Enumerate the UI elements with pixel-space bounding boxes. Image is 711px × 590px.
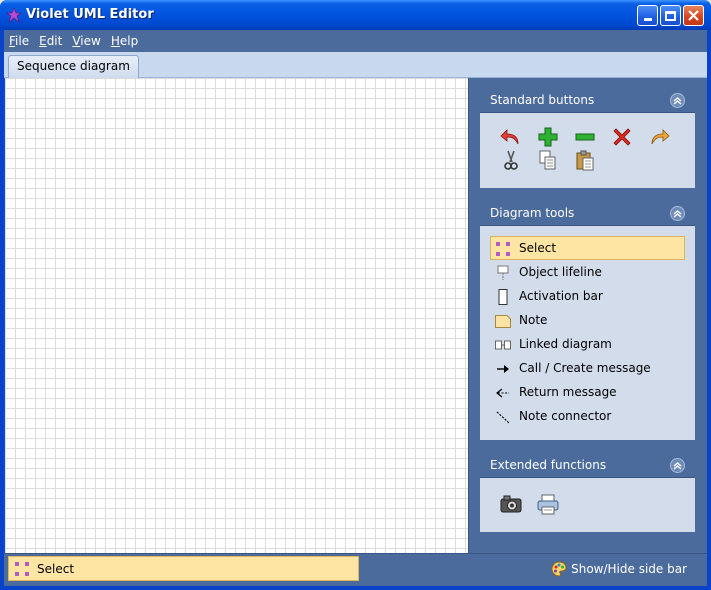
tool-note[interactable]: Note [490,308,685,332]
chevron-up-icon [673,97,682,105]
delete-icon[interactable] [611,126,633,148]
call-message-icon [497,365,509,373]
activation-bar-icon [498,289,508,305]
violet-app-icon [6,7,22,23]
tool-linked-diagram[interactable]: Linked diagram [490,332,685,356]
diagram-tools-title: Diagram tools [490,206,575,220]
tool-note-connector-label: Note connector [519,409,612,423]
diagram-tools-panel: Diagram tools Select Object lifeline Act… [480,202,695,440]
select-icon [496,242,510,256]
close-button[interactable] [683,5,704,26]
print-icon[interactable] [537,493,559,515]
tool-select[interactable]: Select [490,236,685,260]
diagram-canvas[interactable] [5,78,468,553]
note-icon [495,315,511,328]
collapse-extended-button[interactable] [670,458,685,473]
extended-functions-row [480,478,695,528]
extended-functions-header[interactable]: Extended functions [480,454,695,478]
extended-functions-panel: Extended functions [480,454,695,532]
select-icon [15,562,29,576]
tool-return-message-label: Return message [519,385,617,399]
menu-help-mnemonic: H [110,34,120,48]
chevron-up-icon [673,210,682,218]
tool-call-message-label: Call / Create message [519,361,651,375]
minimize-button[interactable] [637,5,658,26]
tool-object-lifeline-label: Object lifeline [519,265,602,279]
window-frame-right [707,30,711,590]
current-tool-indicator: Select [8,556,359,581]
status-bar: Select Show/Hide side bar [4,553,707,586]
diagram-tools-header[interactable]: Diagram tools [480,202,695,226]
menu-file-label: ile [15,34,30,48]
remove-icon[interactable] [574,126,596,148]
paste-icon[interactable] [574,149,596,171]
side-bar: Standard buttons Diagram tools Select Ob… [468,78,707,553]
standard-buttons-title: Standard buttons [490,93,595,107]
menu-edit[interactable]: Edit [34,34,67,48]
tool-linked-diagram-label: Linked diagram [519,337,612,351]
maximize-icon [665,10,676,21]
show-hide-sidebar-label: Show/Hide side bar [571,562,687,576]
menu-help-label: elp [119,34,139,48]
menu-view-label: iew [80,34,101,48]
window-title: Violet UML Editor [26,7,154,22]
menu-bar: File Edit View Help [4,30,707,52]
tool-activation-bar-label: Activation bar [519,289,603,303]
tool-call-message[interactable]: Call / Create message [490,356,685,380]
show-hide-sidebar-button[interactable]: Show/Hide side bar [551,561,687,577]
palette-icon [551,561,567,577]
diagram-tab-strip: Sequence diagram [4,52,707,78]
minimize-icon [643,18,652,21]
menu-edit-label: dit [46,34,63,48]
undo-icon[interactable] [500,126,522,148]
tool-activation-bar[interactable]: Activation bar [490,284,685,308]
menu-help[interactable]: Help [106,34,143,48]
linked-diagram-icon [495,340,511,350]
cut-icon[interactable] [500,149,522,171]
application-window: Violet UML Editor File Edit View Help Se… [0,0,711,590]
tool-note-label: Note [519,313,548,327]
copy-icon[interactable] [537,149,559,171]
tool-return-message[interactable]: Return message [490,380,685,404]
standard-buttons-panel: Standard buttons [480,89,695,188]
return-message-icon [496,388,509,398]
maximize-button[interactable] [660,5,681,26]
window-frame-bottom [0,586,711,590]
title-bar[interactable]: Violet UML Editor [0,0,711,30]
collapse-tools-button[interactable] [670,206,685,221]
diagram-tools-list: Select Object lifeline Activation bar No… [480,226,695,434]
tab-sequence-diagram[interactable]: Sequence diagram [8,55,139,78]
menu-view[interactable]: View [67,34,105,48]
camera-icon[interactable] [500,493,522,515]
chevron-up-icon [673,462,682,470]
note-connector-icon [496,411,510,424]
standard-buttons-header[interactable]: Standard buttons [480,89,695,113]
object-lifeline-icon [497,265,509,280]
tool-select-label: Select [519,241,557,255]
add-icon[interactable] [537,126,559,148]
close-icon [688,10,699,21]
standard-buttons-grid [480,113,695,187]
menu-edit-mnemonic: E [39,34,47,48]
extended-functions-title: Extended functions [490,458,607,472]
redo-icon[interactable] [648,126,670,148]
tool-note-connector[interactable]: Note connector [490,404,685,428]
collapse-standard-button[interactable] [670,93,685,108]
menu-file[interactable]: File [4,34,34,48]
tool-object-lifeline[interactable]: Object lifeline [490,260,685,284]
window-frame-left [0,30,4,590]
current-tool-label: Select [37,561,75,576]
